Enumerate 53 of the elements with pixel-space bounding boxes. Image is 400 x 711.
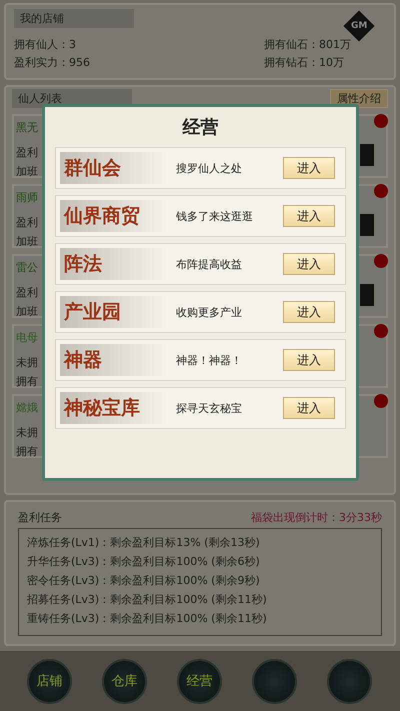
- panel-title: 我的店铺: [14, 9, 134, 28]
- card-text: 加班: [16, 164, 38, 179]
- immortal-name: 嫦娥: [16, 400, 38, 415]
- notice-dot-icon: [374, 324, 388, 338]
- stat-text: 盈利实力：956: [14, 55, 91, 70]
- nav-button[interactable]: 店铺: [27, 658, 72, 704]
- card-text: 拥有: [16, 444, 38, 459]
- enter-button[interactable]: 进入: [283, 253, 335, 275]
- card-text: 盈利: [16, 285, 38, 300]
- feature-description: 收购更多产业: [175, 304, 243, 320]
- portrait-slot: [360, 284, 374, 306]
- task-line: 招募任务(Lv3)：剩余盈利目标100% (剩余11秒): [27, 592, 268, 607]
- stat-text: 拥有钻石：10万: [263, 55, 345, 70]
- notice-dot-icon: [374, 394, 388, 408]
- task-line: 淬炼任务(Lv1)：剩余盈利目标13% (剩余13秒): [27, 535, 261, 550]
- enter-button[interactable]: 进入: [283, 205, 335, 227]
- card-text: 盈利: [16, 215, 38, 230]
- card-text: 拥有: [16, 374, 38, 389]
- portrait-slot: [360, 144, 374, 166]
- enter-button[interactable]: 进入: [283, 157, 335, 179]
- task-line: 升华任务(Lv3)：剩余盈利目标100% (剩余6秒): [27, 554, 261, 569]
- immortal-name: 雨师: [16, 190, 38, 205]
- dialog-title: 经营: [181, 116, 220, 140]
- notice-dot-icon: [374, 184, 388, 198]
- immortal-name: 雷公: [16, 260, 38, 275]
- enter-button[interactable]: 进入: [283, 349, 335, 371]
- nav-button[interactable]: [252, 658, 297, 704]
- enter-button[interactable]: 进入: [283, 397, 335, 419]
- immortal-name: 黑无: [16, 120, 38, 135]
- task-line: 重铸任务(Lv3)：剩余盈利目标100% (剩余11秒): [27, 611, 268, 626]
- card-text: 加班: [16, 304, 38, 319]
- feature-description: 神器！神器！: [175, 352, 243, 368]
- card-text: 未拥: [16, 355, 38, 370]
- enter-button[interactable]: 进入: [283, 301, 335, 323]
- immortal-name: 电母: [16, 330, 38, 345]
- nav-button[interactable]: [327, 658, 372, 704]
- feature-description: 探寻天玄秘宝: [175, 400, 243, 416]
- info-button[interactable]: 属性介绍: [330, 89, 388, 108]
- feature-description: 搜罗仙人之处: [175, 160, 243, 176]
- feature-description: 钱多了来这逛逛: [175, 208, 254, 224]
- task-title: 盈利任务: [18, 510, 62, 525]
- nav-button[interactable]: 仓库: [102, 658, 147, 704]
- card-text: 未拥: [16, 425, 38, 440]
- notice-dot-icon: [374, 114, 388, 128]
- notice-dot-icon: [374, 254, 388, 268]
- feature-description: 布阵提高收益: [175, 256, 243, 272]
- countdown-text: 福袋出现倒计时：3分33秒: [251, 510, 382, 525]
- task-line: 密令任务(Lv3)：剩余盈利目标100% (剩余9秒): [27, 573, 261, 588]
- portrait-slot: [360, 214, 374, 236]
- card-text: 加班: [16, 234, 38, 249]
- card-text: 盈利: [16, 145, 38, 160]
- nav-button[interactable]: 经营: [177, 658, 222, 704]
- stat-text: 拥有仙人：3: [14, 37, 77, 52]
